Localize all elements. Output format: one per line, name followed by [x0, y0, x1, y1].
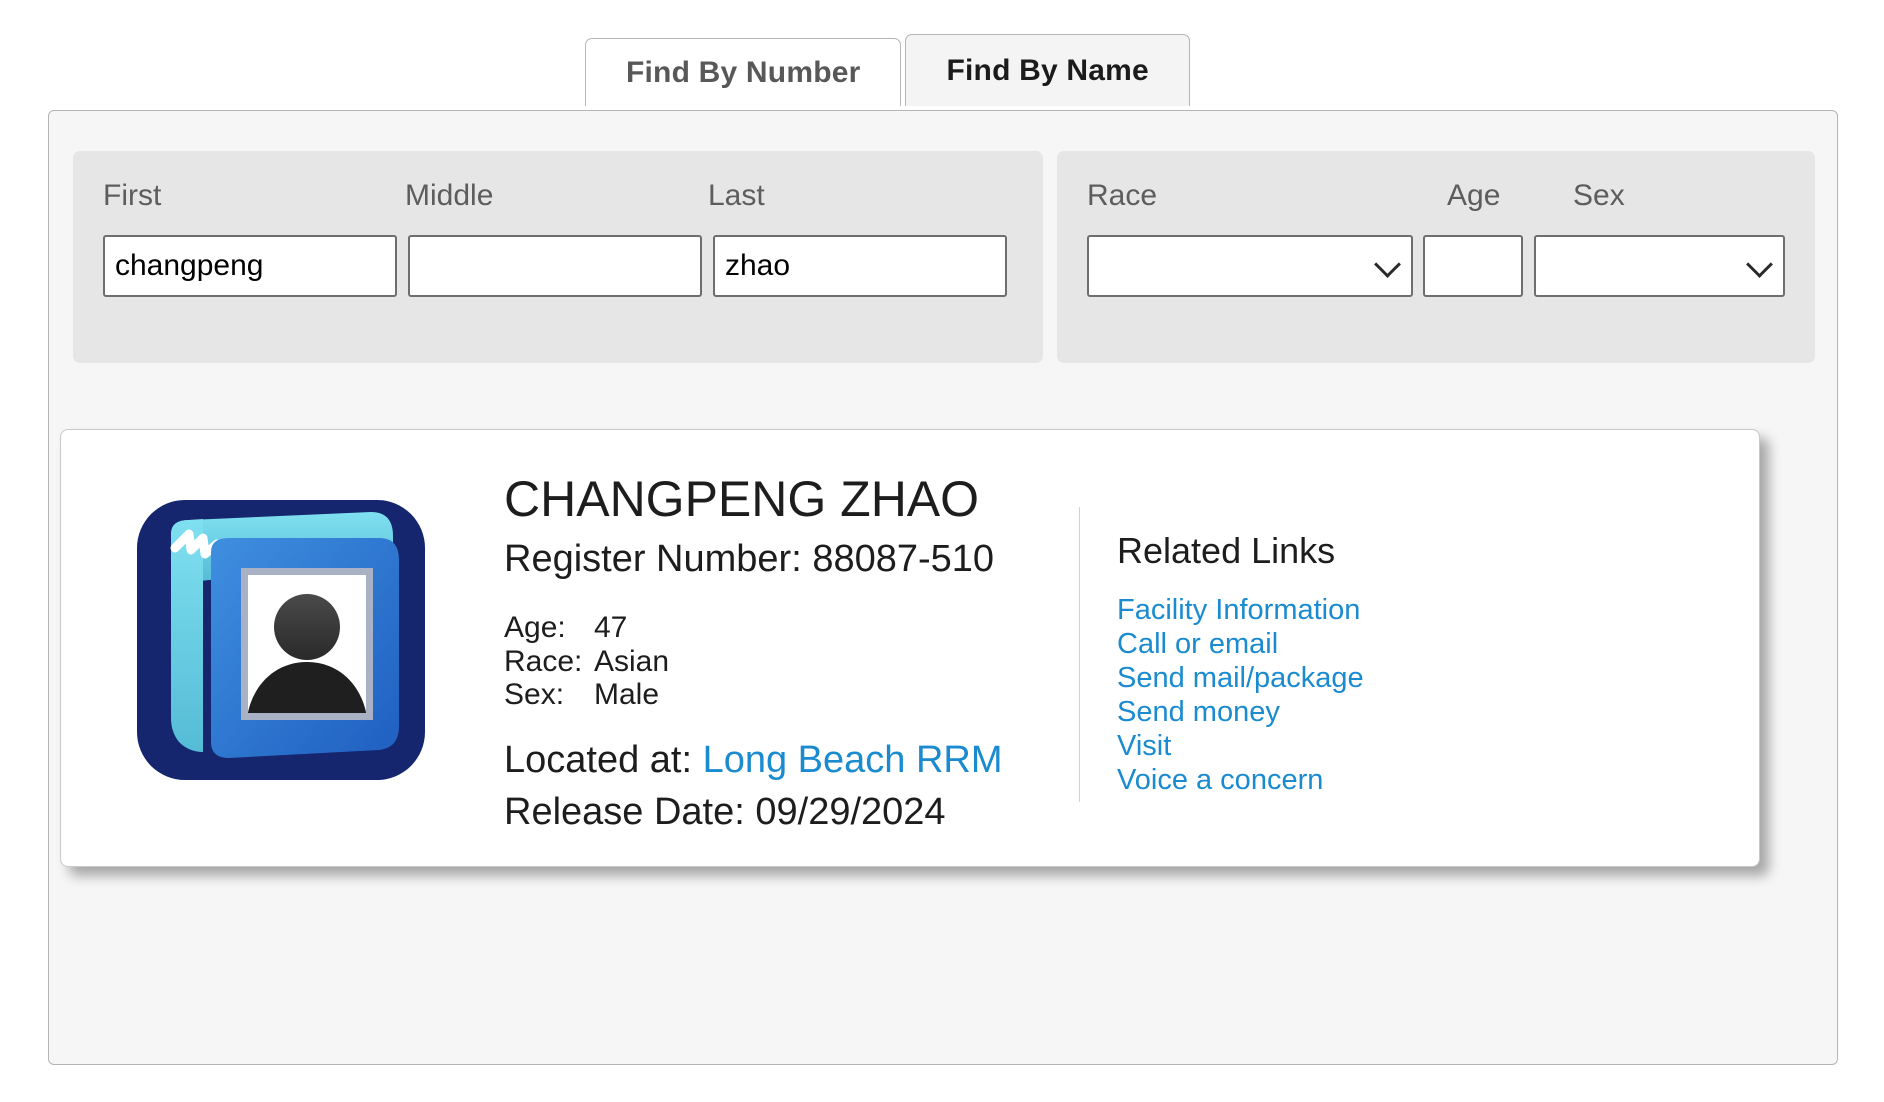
- register-number-value: 88087-510: [812, 538, 995, 580]
- related-links-heading: Related Links: [1117, 530, 1336, 571]
- facility-link[interactable]: Long Beach RRM: [703, 739, 1003, 781]
- name-fieldset: First Middle Last: [73, 151, 1043, 363]
- attribute-key-race: Race:: [504, 644, 583, 678]
- first-name-input[interactable]: [103, 235, 397, 297]
- name-field-labels: First Middle Last: [103, 179, 1013, 235]
- related-link-call-or-email[interactable]: Call or email: [1117, 628, 1364, 662]
- demographic-field-labels: Race Age Sex: [1087, 179, 1785, 235]
- label-race: Race: [1087, 179, 1158, 212]
- chevron-down-icon: [1746, 251, 1773, 278]
- attribute-value-age: 47: [594, 611, 628, 644]
- attribute-value-sex: Male: [594, 678, 660, 712]
- release-date-label: Release Date:: [504, 790, 756, 833]
- related-link-send-mail-package[interactable]: Send mail/package: [1117, 662, 1364, 696]
- label-last: Last: [708, 179, 765, 212]
- related-link-send-money[interactable]: Send money: [1117, 696, 1364, 730]
- photo-placeholder-icon: [137, 500, 425, 780]
- chevron-down-icon: [1374, 251, 1402, 278]
- demographic-fieldset: Race Age Sex: [1057, 151, 1815, 363]
- tab-strip: Find By Number Find By Name: [48, 26, 1838, 106]
- middle-name-input[interactable]: [408, 235, 702, 297]
- related-link-facility-information[interactable]: Facility Information: [1117, 594, 1364, 628]
- attribute-value-race: Asian: [594, 644, 670, 678]
- related-links-list: Facility Information Call or email Send …: [1117, 594, 1364, 798]
- tab-find-by-number-label: Find By Number: [626, 55, 861, 89]
- register-number-label: Register Number:: [504, 538, 813, 580]
- label-sex: Sex: [1573, 179, 1625, 212]
- label-middle: Middle: [405, 179, 494, 212]
- demographic-field-inputs: [1087, 235, 1785, 297]
- related-link-visit[interactable]: Visit: [1117, 730, 1364, 764]
- tab-find-by-name[interactable]: Find By Name: [905, 34, 1190, 106]
- inmate-name: CHANGPENG ZHAO: [504, 471, 980, 527]
- race-select[interactable]: [1087, 235, 1414, 297]
- release-date-value: 09/29/2024: [755, 790, 946, 833]
- search-panel: First Middle Last Race Age Sex: [48, 110, 1838, 1065]
- inmate-result-card[interactable]: CHANGPENG ZHAO Register Number: 88087-51…: [60, 429, 1760, 867]
- label-first: First: [103, 179, 162, 212]
- search-form: First Middle Last Race Age Sex: [73, 151, 1815, 363]
- attribute-key-age: Age:: [504, 611, 566, 644]
- sex-select[interactable]: [1534, 235, 1785, 297]
- card-divider: [1079, 507, 1080, 802]
- name-field-inputs: [103, 235, 1013, 297]
- related-links-section: Related Links Facility Information Call …: [1117, 530, 1364, 798]
- attribute-key-sex: Sex:: [504, 678, 565, 712]
- related-link-voice-a-concern[interactable]: Voice a concern: [1117, 764, 1364, 798]
- tab-find-by-name-label: Find By Name: [946, 53, 1149, 87]
- label-age: Age: [1447, 179, 1501, 212]
- tab-find-by-number[interactable]: Find By Number: [585, 38, 902, 106]
- last-name-input[interactable]: [713, 235, 1007, 297]
- age-input[interactable]: [1423, 235, 1524, 297]
- located-at-label: Located at:: [504, 738, 703, 781]
